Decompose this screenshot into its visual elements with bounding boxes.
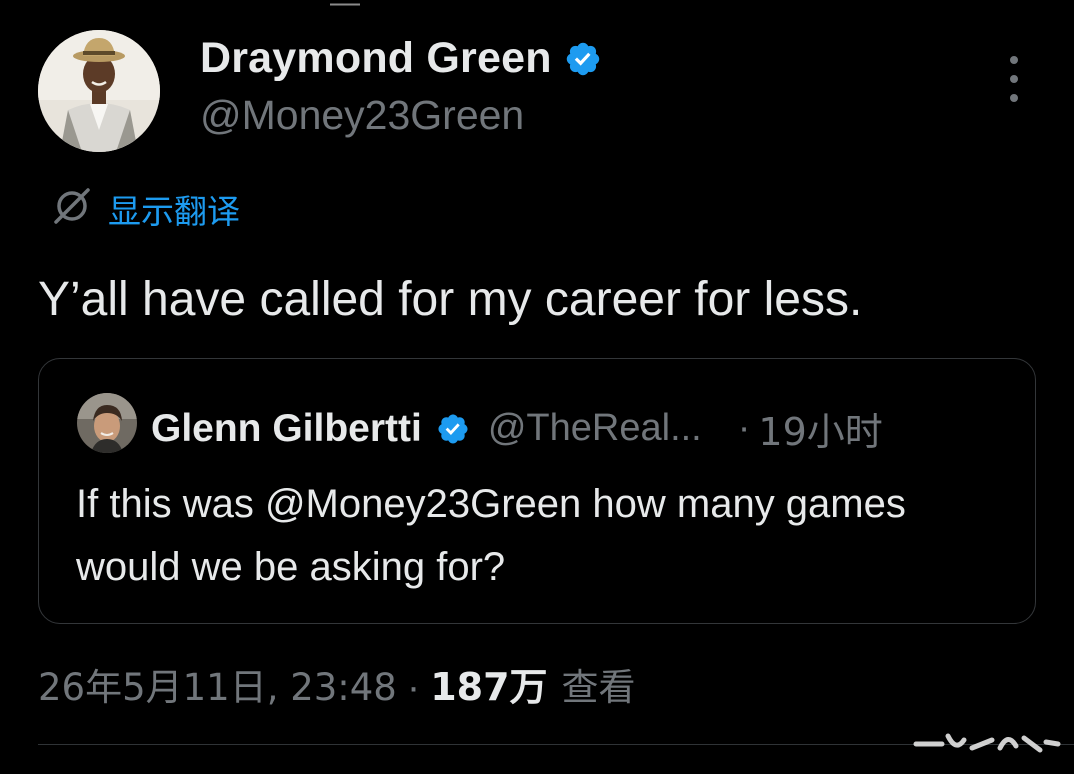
author-avatar-image xyxy=(38,30,160,152)
quote-avatar-image xyxy=(77,393,137,453)
more-dot xyxy=(1010,75,1018,83)
quote-separator: · xyxy=(737,407,751,449)
verified-badge-icon xyxy=(436,412,470,446)
more-dot xyxy=(1010,94,1018,102)
quote-header: Glenn Gilbertti @TheReal... · 19小时 xyxy=(151,401,883,456)
view-count: 187万 xyxy=(430,665,548,709)
author-handle[interactable]: @Money23Green xyxy=(200,92,524,139)
show-translation-label[interactable]: 显示翻译 xyxy=(108,185,240,233)
more-options-icon[interactable] xyxy=(1000,56,1028,102)
tweet-timestamp[interactable]: 26年5月11日, 23:48 xyxy=(38,657,397,711)
author-name[interactable]: Draymond Green xyxy=(200,34,552,83)
quote-timestamp[interactable]: 19小时 xyxy=(758,401,882,456)
author-avatar[interactable] xyxy=(38,30,160,152)
show-translation-button[interactable]: 显示翻译 xyxy=(50,184,240,233)
quote-author-handle[interactable]: @TheReal... xyxy=(488,407,702,450)
watermark xyxy=(912,722,1062,762)
cropped-header-text: —​ xyxy=(330,0,362,19)
more-dot xyxy=(1010,56,1018,64)
author-name-row[interactable]: Draymond Green xyxy=(200,34,602,83)
translate-icon xyxy=(50,184,94,233)
tweet-text: Y’all have called for my career for less… xyxy=(38,273,863,326)
tweet-meta: 26年5月11日, 23:48 · 187万 查看 xyxy=(38,656,636,711)
verified-badge-icon xyxy=(564,40,602,78)
quote-author-name[interactable]: Glenn Gilbertti xyxy=(151,407,422,451)
quote-author-avatar[interactable] xyxy=(77,393,137,453)
quote-text: If this was @Money23Green how many games… xyxy=(76,482,906,589)
meta-separator: · xyxy=(406,665,421,709)
quoted-tweet-card[interactable]: Glenn Gilbertti @TheReal... · 19小时 If th… xyxy=(38,358,1036,624)
view-count-label: 查看 xyxy=(561,666,636,709)
